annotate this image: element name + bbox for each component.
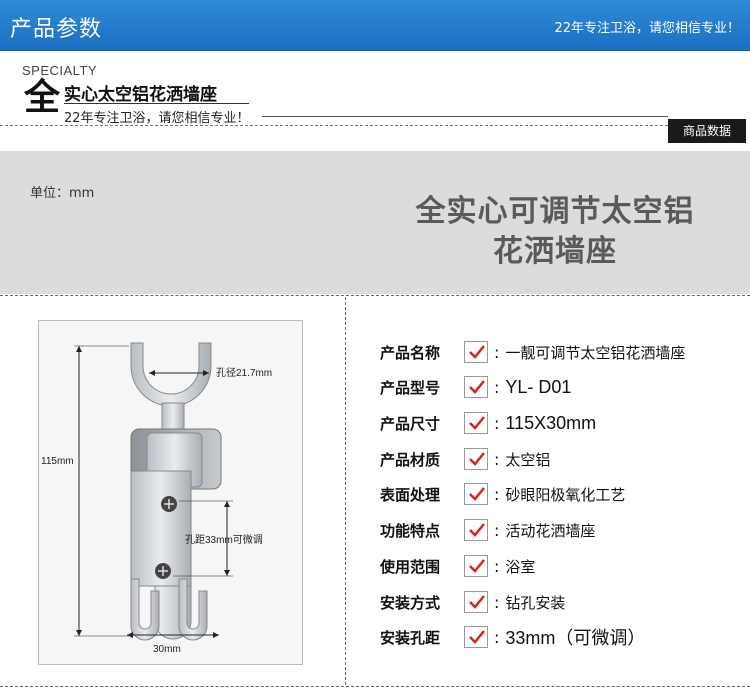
- header-band: 产品参数 22年专注卫浴，请您相信专业！: [0, 0, 750, 51]
- check-icon: [464, 483, 488, 505]
- spec-label: 使用范围: [380, 557, 441, 576]
- spec-row: 功能特点 : 活动花洒墙座: [380, 518, 595, 542]
- spec-value: 太空铝: [505, 450, 551, 469]
- spec-label: 产品材质: [380, 450, 441, 469]
- product-title-line1: 全实心可调节太空铝: [415, 194, 695, 229]
- header-slogan: 22年专注卫浴，请您相信专业！: [554, 21, 740, 36]
- check-icon: [464, 591, 488, 613]
- specialty-label: SPECIALTY: [22, 63, 98, 78]
- spec-row: 安装孔距 : 33mm（可微调）: [380, 625, 645, 649]
- spec-value: 钻孔安装: [505, 593, 566, 612]
- spec-label: 安装方式: [380, 593, 441, 612]
- spec-row: 安装方式 : 钻孔安装: [380, 590, 565, 614]
- width-label: 30mm: [153, 644, 181, 655]
- spec-label: 安装孔距: [380, 628, 441, 647]
- spec-value: 活动花洒墙座: [505, 521, 596, 540]
- divider: [0, 686, 750, 687]
- spec-row: 产品尺寸 : 115X30mm: [380, 411, 596, 435]
- divider: [0, 125, 668, 126]
- divider: [262, 116, 668, 117]
- colon: :: [494, 627, 500, 647]
- spec-label: 产品尺寸: [380, 414, 441, 433]
- check-icon: [464, 519, 488, 541]
- check-icon: [464, 448, 488, 470]
- divider: [64, 103, 249, 104]
- specialty-title: 实心太空铝花洒墙座: [64, 85, 217, 105]
- spec-row: 产品材质 : 太空铝: [380, 447, 550, 471]
- colon: :: [494, 413, 500, 433]
- hole-distance-label: 孔距33mm可微调: [185, 533, 263, 546]
- spec-value: 115X30mm: [505, 412, 597, 433]
- spec-label: 产品型号: [380, 378, 441, 397]
- check-icon: [464, 555, 488, 577]
- colon: :: [494, 520, 500, 540]
- product-title: 全实心可调节太空铝 花洒墙座: [375, 192, 735, 272]
- check-icon: [464, 376, 488, 398]
- product-title-line2: 花洒墙座: [493, 234, 617, 269]
- spec-row: 表面处理 : 砂眼阳极氧化工艺: [380, 482, 625, 506]
- spec-label: 功能特点: [380, 521, 441, 540]
- spec-label: 产品名称: [380, 343, 441, 362]
- divider: [0, 295, 750, 296]
- height-label: 115mm: [41, 456, 74, 467]
- colon: :: [494, 342, 500, 362]
- hole-diameter-label: 孔径21.7mm: [216, 366, 272, 379]
- tab-product-data[interactable]: 商品数据: [668, 119, 746, 143]
- check-icon: [464, 626, 488, 648]
- check-icon: [464, 341, 488, 363]
- spec-value: 砂眼阳极氧化工艺: [505, 485, 626, 504]
- spec-row: 产品名称 : 一靓可调节太空铝花洒墙座: [380, 340, 685, 364]
- spec-row: 使用范围 : 浴室: [380, 554, 535, 578]
- colon: :: [494, 449, 500, 469]
- unit-label: 单位：mm: [30, 186, 95, 201]
- specialty-slogan: 22年专注卫浴，请您相信专业！: [64, 111, 250, 126]
- colon: :: [494, 592, 500, 612]
- spec-value: YL- D01: [505, 376, 572, 397]
- check-icon: [464, 412, 488, 434]
- product-image: 孔径21.7mm 115mm 孔距33mm可微调 30mm: [38, 320, 303, 665]
- spec-value: 浴室: [505, 557, 536, 576]
- specialty-big-char: 全: [24, 77, 61, 118]
- colon: :: [494, 556, 500, 576]
- colon: :: [494, 484, 500, 504]
- spec-value: 33mm（可微调）: [505, 628, 646, 648]
- divider: [345, 297, 346, 685]
- spec-value: 一靓可调节太空铝花洒墙座: [505, 343, 686, 362]
- shower-holder-drawing: 孔径21.7mm 115mm 孔距33mm可微调 30mm: [41, 342, 272, 655]
- spec-row: 产品型号 : YL- D01: [380, 375, 571, 399]
- colon: :: [494, 377, 500, 397]
- spec-label: 表面处理: [380, 485, 441, 504]
- header-title: 产品参数: [10, 17, 103, 42]
